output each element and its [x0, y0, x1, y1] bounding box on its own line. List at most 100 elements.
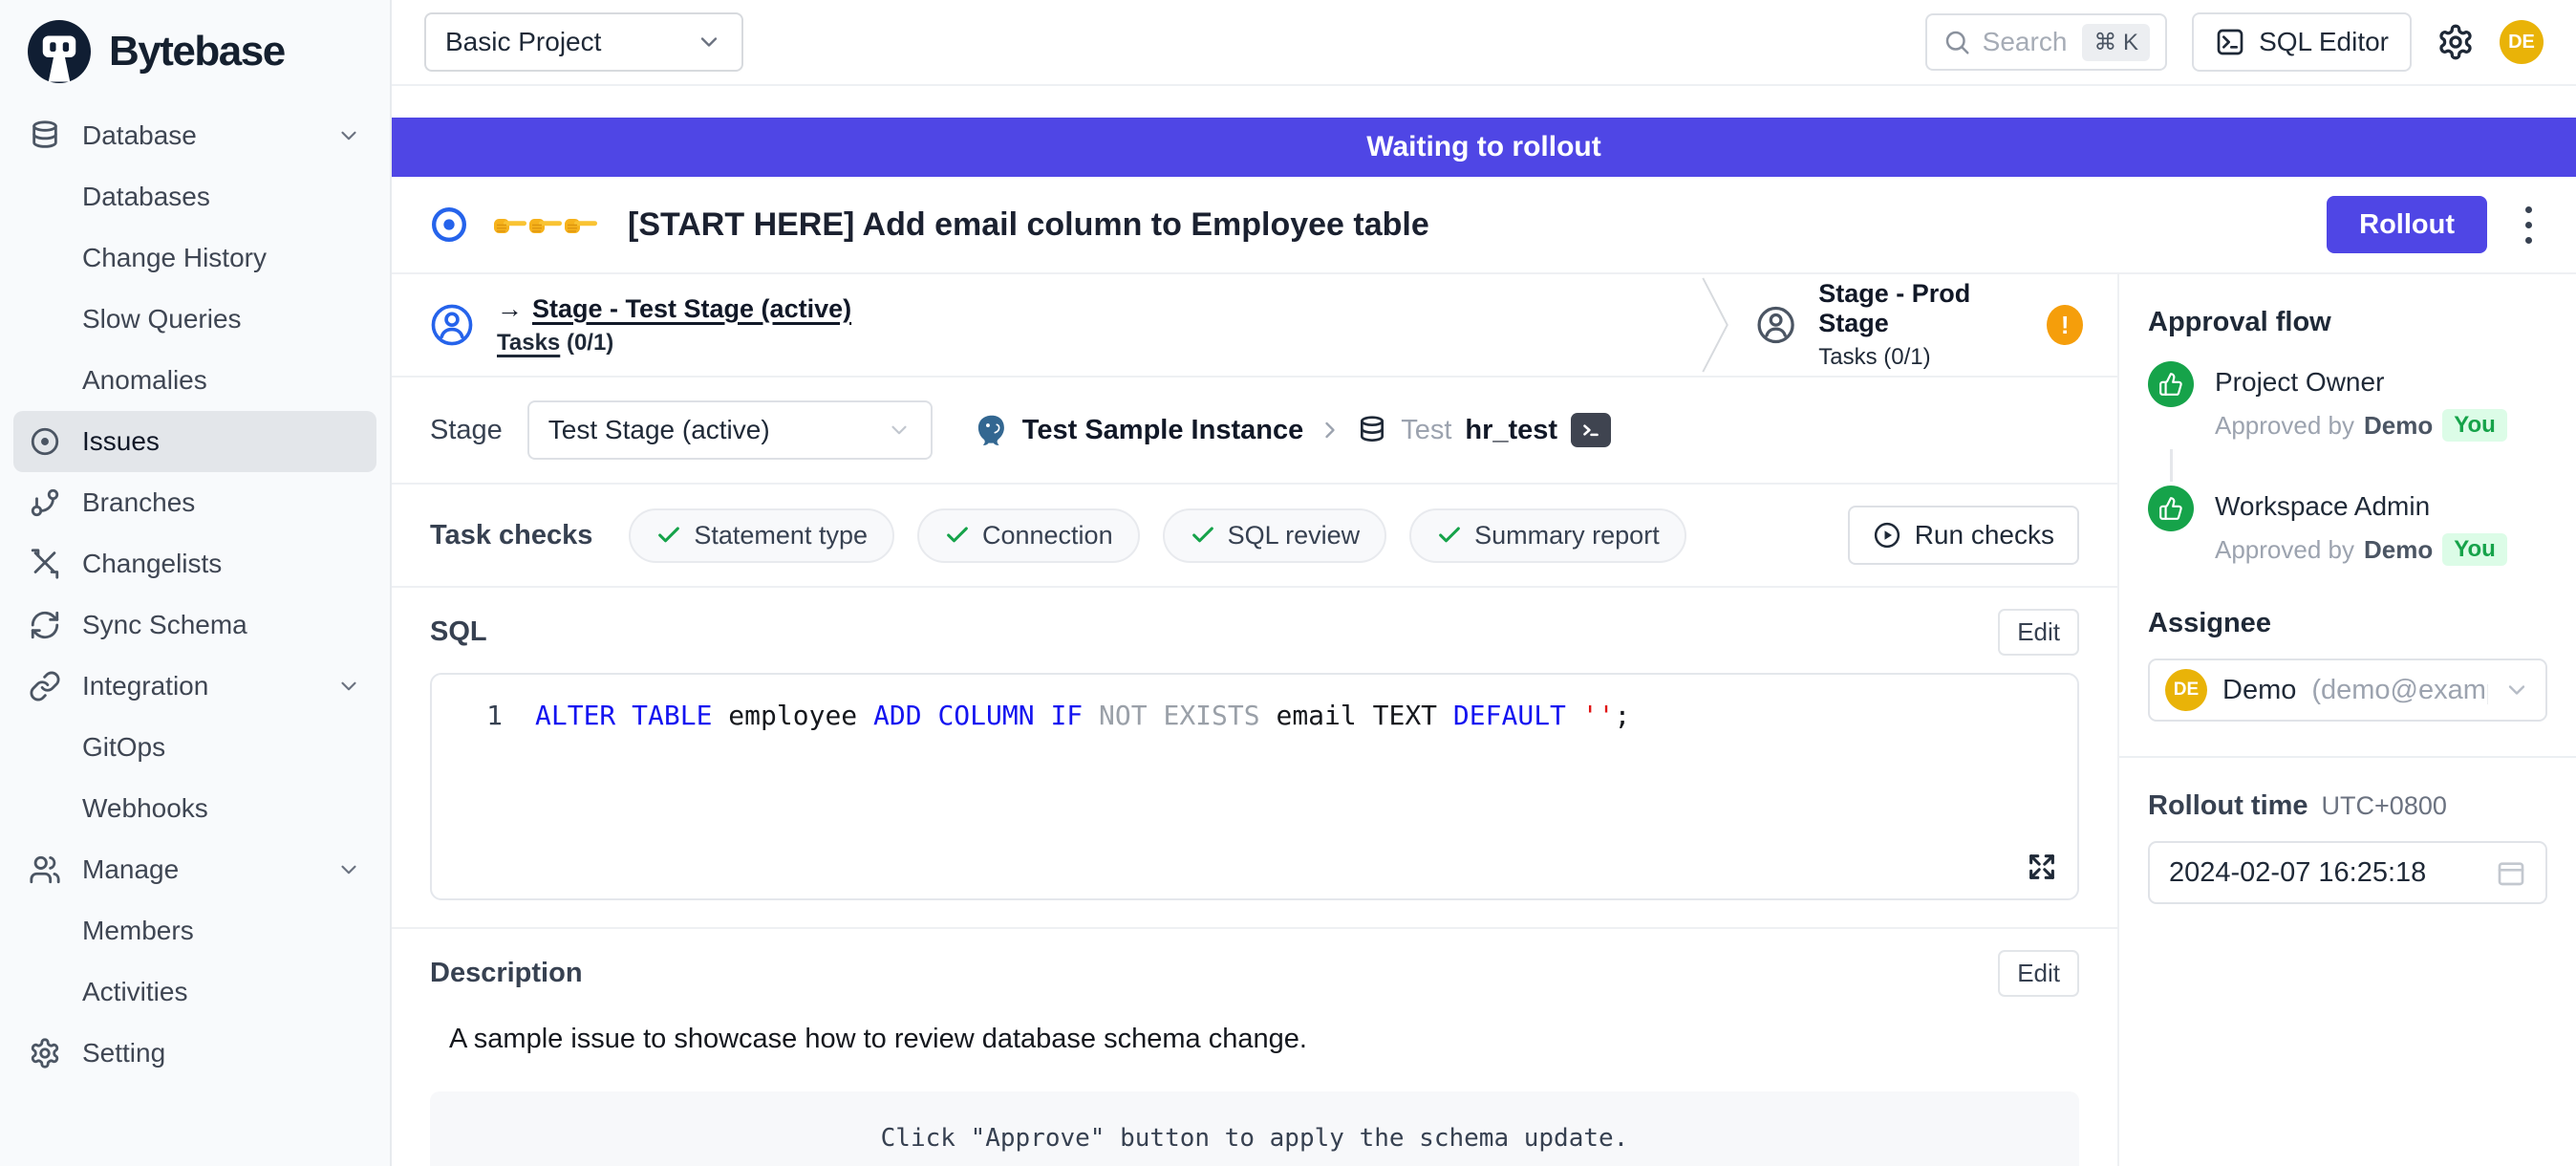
- sidebar-item-label: Change History: [82, 243, 267, 273]
- rollout-button[interactable]: Rollout: [2327, 196, 2487, 253]
- sidebar-item-label: Anomalies: [82, 365, 207, 396]
- check-icon: [944, 522, 971, 549]
- sidebar-item-manage[interactable]: Manage: [13, 839, 376, 900]
- main-area: Basic Project Search ⌘ K SQL Editor DE W…: [392, 0, 2576, 1166]
- sidebar-item-change-history[interactable]: Change History: [13, 227, 376, 289]
- issue-title: [START HERE] Add email column to Employe…: [628, 206, 1429, 244]
- sql-editor[interactable]: 1 ALTER TABLE employee ADD COLUMN IF NOT…: [430, 673, 2079, 900]
- database-link[interactable]: hr_test: [1465, 415, 1557, 446]
- stage-tab-test[interactable]: →Stage - Test Stage (active) Tasks (0/1): [392, 274, 1699, 376]
- search-shortcut-badge: ⌘ K: [2082, 24, 2150, 61]
- settings-gear-icon[interactable]: [2436, 23, 2475, 61]
- bytebase-logo-icon: [25, 17, 94, 86]
- sidebar-item-integration[interactable]: Integration: [13, 656, 376, 717]
- sidebar-item-issues[interactable]: Issues: [13, 411, 376, 472]
- sidebar-item-label: Databases: [82, 182, 210, 212]
- check-sql-review[interactable]: SQL review: [1163, 508, 1387, 563]
- check-summary-report[interactable]: Summary report: [1409, 508, 1686, 563]
- sidebar-item-label: Sync Schema: [82, 610, 247, 640]
- panel-divider: [2119, 756, 2576, 758]
- thumbs-up-icon: [2148, 361, 2194, 407]
- stage-label: Stage: [430, 415, 503, 446]
- assignee-avatar: DE: [2165, 669, 2207, 711]
- project-select[interactable]: Basic Project: [424, 12, 743, 72]
- content-row: →Stage - Test Stage (active) Tasks (0/1)…: [392, 274, 2576, 1166]
- stage-select[interactable]: Test Stage (active): [527, 400, 933, 460]
- check-label: Summary report: [1474, 521, 1660, 551]
- database-breadcrumb: Test Sample Instance Test hr_test: [975, 413, 1611, 447]
- sidebar-item-members[interactable]: Members: [13, 900, 376, 961]
- chevron-down-icon: [336, 674, 361, 699]
- sidebar-item-branches[interactable]: Branches: [13, 472, 376, 533]
- pencil-ruler-icon: [29, 548, 61, 580]
- search-input[interactable]: Search ⌘ K: [1925, 13, 2167, 71]
- sidebar-item-gitops[interactable]: GitOps: [13, 717, 376, 778]
- stage-name: Stage - Prod Stage: [1818, 279, 2024, 338]
- sidebar-item-sync-schema[interactable]: Sync Schema: [13, 594, 376, 656]
- brand-logo[interactable]: Bytebase: [0, 0, 390, 96]
- circle-dot-icon: [29, 425, 61, 458]
- approval-connector: [2170, 449, 2173, 482]
- thumbs-up-icon: [2148, 486, 2194, 531]
- line-number: 1: [459, 700, 503, 731]
- description-edit-button[interactable]: Edit: [1998, 950, 2079, 997]
- sql-editor-label: SQL Editor: [2259, 27, 2389, 57]
- stage-person-icon: [430, 303, 474, 347]
- stage-person-icon: [1756, 303, 1795, 347]
- rollout-time-header: Rollout time UTC+0800: [2148, 790, 2547, 822]
- check-icon: [655, 522, 682, 549]
- tasks-link[interactable]: Tasks: [497, 330, 560, 356]
- sidebar-item-databases[interactable]: Databases: [13, 166, 376, 227]
- sidebar-item-webhooks[interactable]: Webhooks: [13, 778, 376, 839]
- sidebar-item-label: Manage: [82, 854, 179, 885]
- git-branch-icon: [29, 486, 61, 519]
- sidebar-item-changelists[interactable]: Changelists: [13, 533, 376, 594]
- calendar-icon[interactable]: [2496, 857, 2526, 888]
- stage-tab-prod[interactable]: Stage - Prod Stage Tasks (0/1) !: [1731, 274, 2117, 376]
- sidebar-item-activities[interactable]: Activities: [13, 961, 376, 1023]
- assignee-select[interactable]: DE Demo (demo@example: [2148, 659, 2547, 722]
- sql-edit-button[interactable]: Edit: [1998, 609, 2079, 656]
- approver-name: Demo: [2364, 535, 2433, 565]
- instance-link[interactable]: Test Sample Instance: [1022, 415, 1303, 446]
- sidebar-item-slow-queries[interactable]: Slow Queries: [13, 289, 376, 350]
- topbar: Basic Project Search ⌘ K SQL Editor DE: [392, 0, 2576, 86]
- expand-icon[interactable]: [2026, 851, 2058, 883]
- tab-separator: [1699, 274, 1731, 376]
- sidebar-item-setting[interactable]: Setting: [13, 1023, 376, 1084]
- warning-icon: !: [2047, 305, 2083, 345]
- kebab-menu-icon[interactable]: [2520, 201, 2538, 249]
- run-checks-button[interactable]: Run checks: [1848, 506, 2079, 565]
- sql-editor-button[interactable]: SQL Editor: [2192, 12, 2412, 72]
- avatar[interactable]: DE: [2500, 20, 2544, 64]
- chevron-down-icon: [887, 418, 912, 443]
- issue-circle-dot-icon: [430, 205, 468, 244]
- users-icon: [29, 853, 61, 886]
- check-label: Statement type: [694, 521, 868, 551]
- sidebar-item-database[interactable]: Database: [13, 105, 376, 166]
- link-icon: [29, 670, 61, 702]
- chevron-down-icon: [336, 857, 361, 882]
- check-connection[interactable]: Connection: [917, 508, 1140, 563]
- issue-actions: Rollout: [2327, 196, 2538, 253]
- chevron-down-icon: [2503, 677, 2530, 703]
- play-circle-icon: [1873, 521, 1901, 550]
- open-sql-editor-icon[interactable]: [1571, 413, 1611, 447]
- issue-title-row: [START HERE] Add email column to Employe…: [392, 177, 2576, 274]
- stage-tab-text: Stage - Prod Stage Tasks (0/1): [1818, 279, 2024, 371]
- sidebar-item-anomalies[interactable]: Anomalies: [13, 350, 376, 411]
- stage-selector-row: Stage Test Stage (active) Test Sample In…: [392, 378, 2117, 485]
- issue-detail-panel: →Stage - Test Stage (active) Tasks (0/1)…: [392, 274, 2119, 1166]
- check-statement-type[interactable]: Statement type: [629, 508, 894, 563]
- approval-role: Workspace Admin: [2215, 486, 2507, 522]
- sidebar-item-label: Integration: [82, 671, 208, 702]
- sidebar-item-label: Database: [82, 120, 197, 151]
- check-label: Connection: [982, 521, 1113, 551]
- task-checks-row: Task checks Statement type Connection SQ…: [392, 485, 2117, 588]
- search-icon: [1943, 28, 1971, 56]
- approval-flow-title: Approval flow: [2148, 307, 2547, 338]
- gear-icon: [29, 1037, 61, 1069]
- rollout-time-input[interactable]: 2024-02-07 16:25:18: [2148, 841, 2547, 904]
- description-body: A sample issue to showcase how to review…: [449, 1024, 2079, 1055]
- sidebar-item-label: Branches: [82, 487, 195, 518]
